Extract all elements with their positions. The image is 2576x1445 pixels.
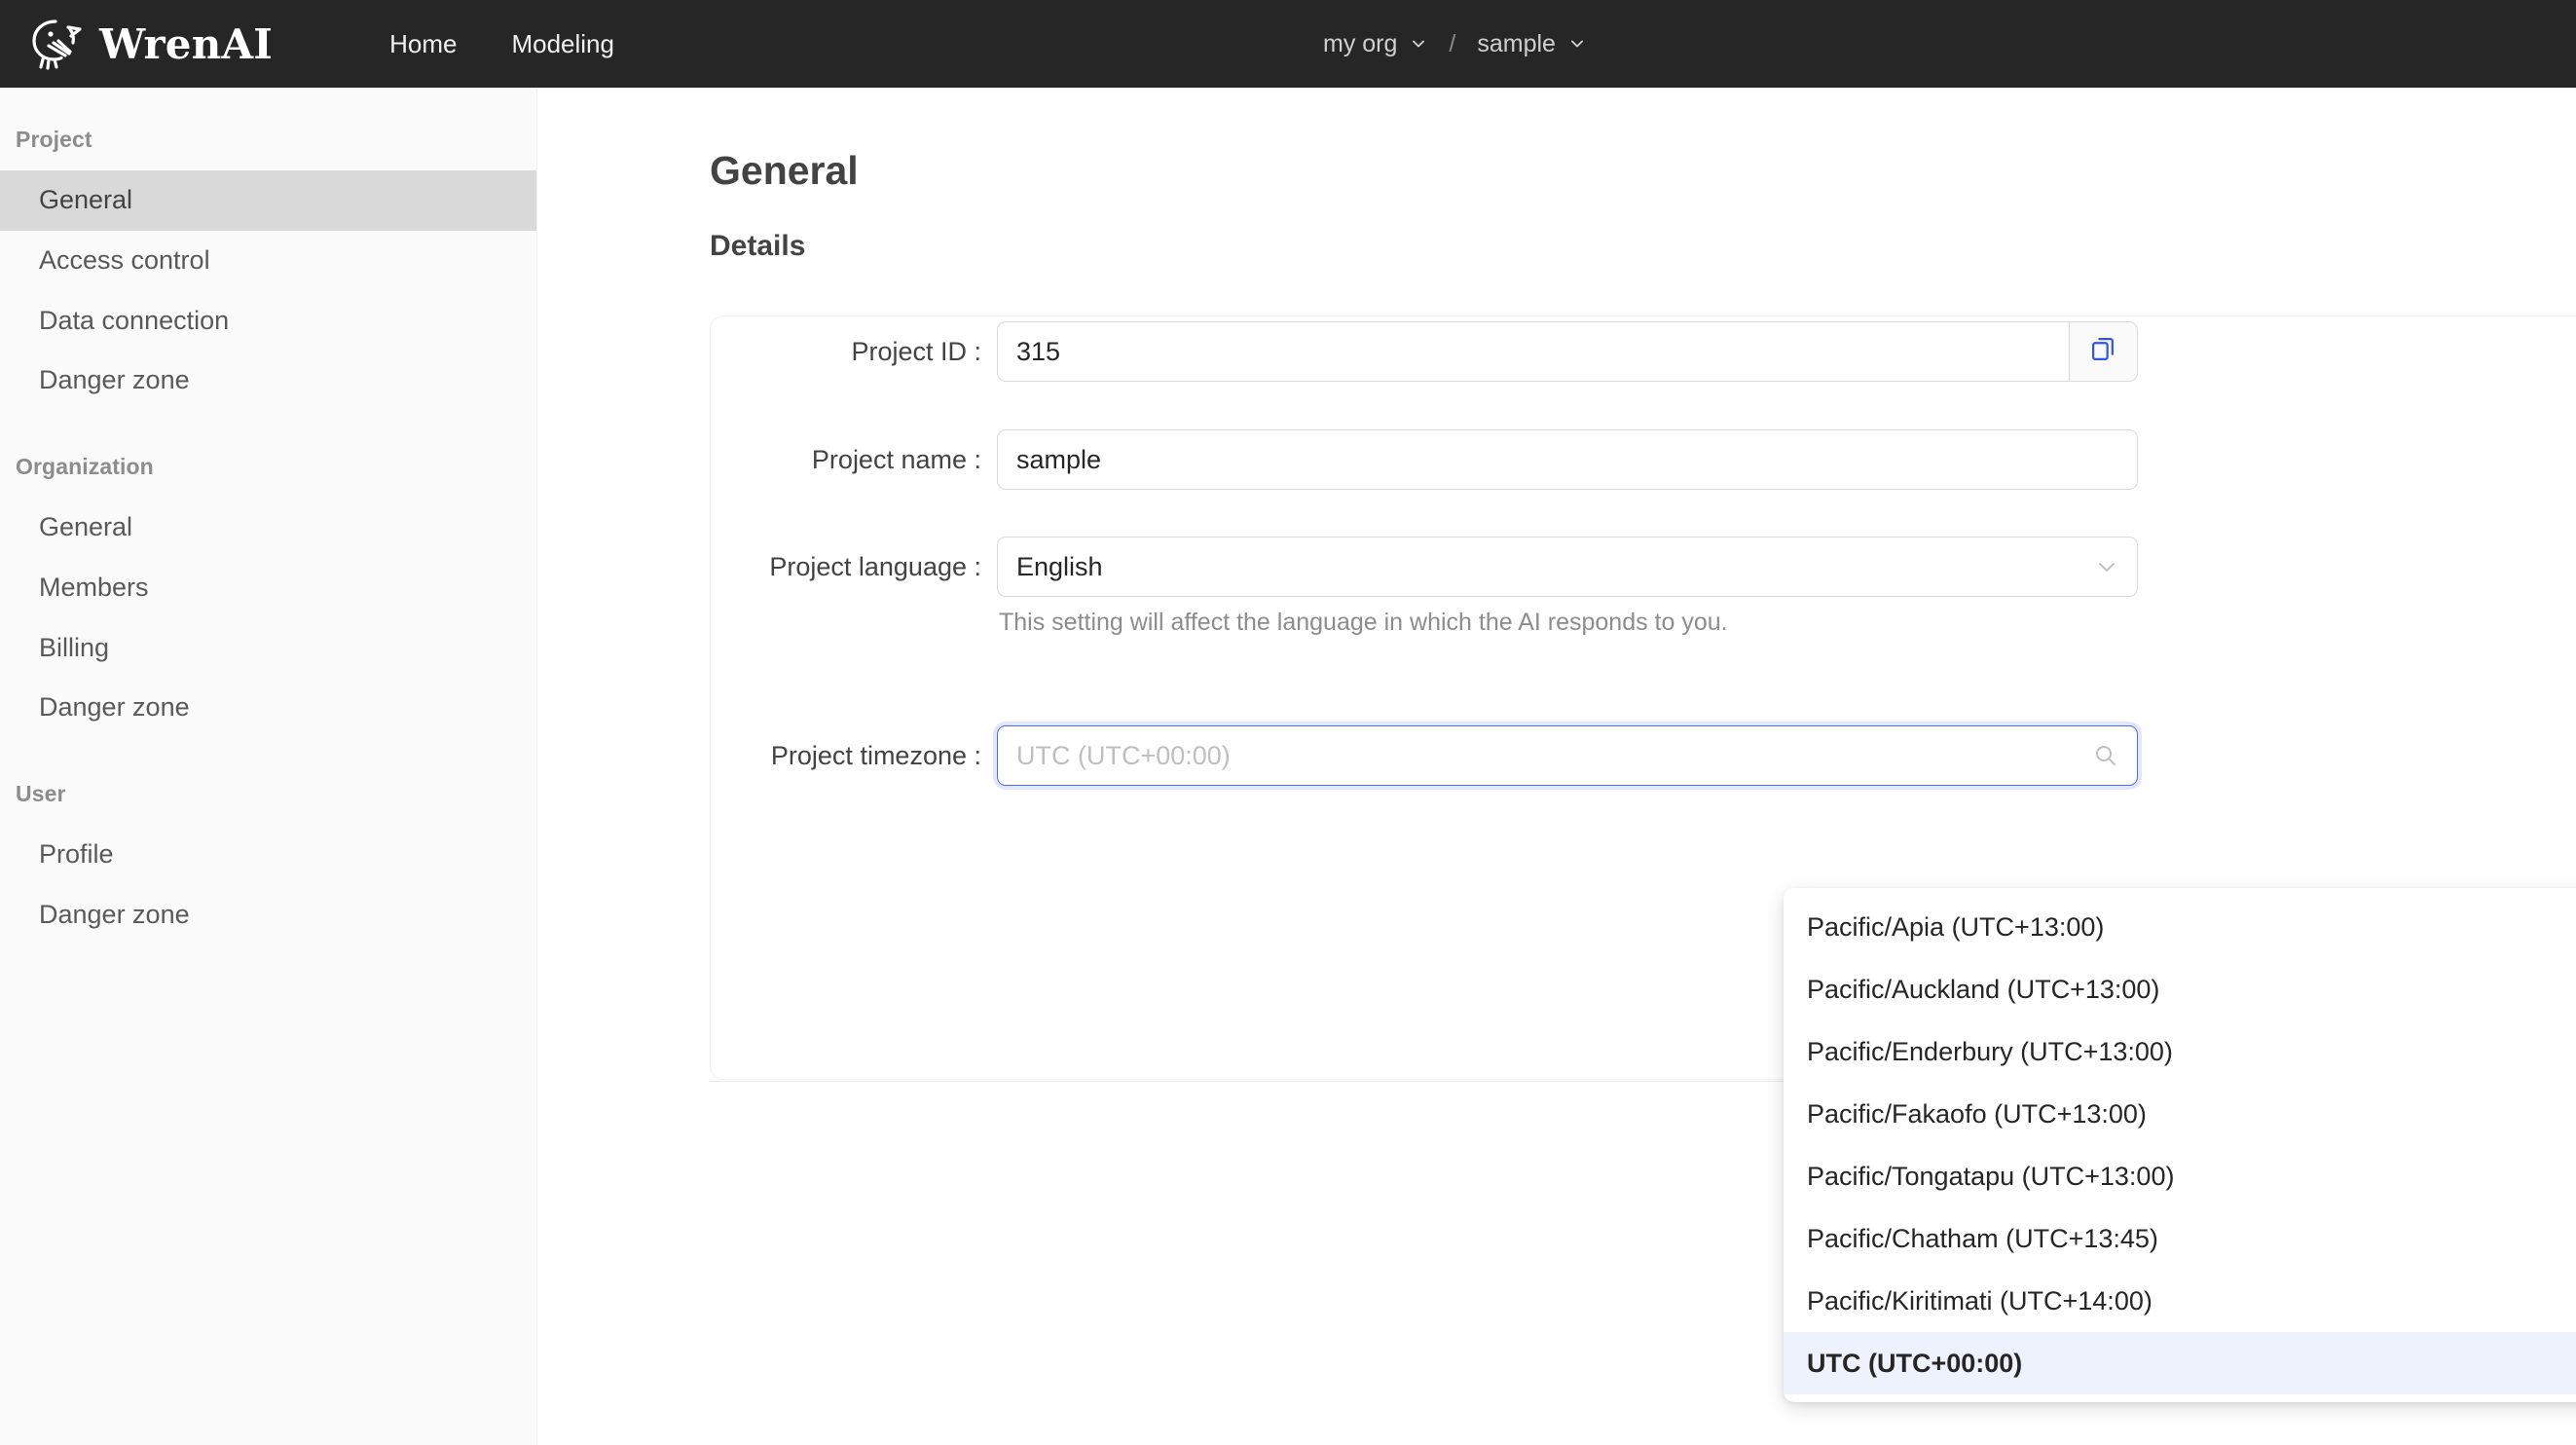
timezone-option-selected[interactable]: UTC (UTC+00:00) [1784, 1332, 2576, 1394]
project-name-input[interactable]: sample [997, 429, 2138, 490]
main-content: General Details Project ID : 315 Project… [537, 88, 2576, 1445]
project-language-select[interactable]: English [997, 537, 2138, 597]
chevron-down-icon [1410, 35, 1427, 53]
timezone-option[interactable]: Pacific/Fakaofo (UTC+13:00) [1784, 1083, 2576, 1145]
settings-page: WrenAI Home Modeling my org / sample Pro… [0, 0, 2576, 1445]
project-language-label: Project language : [769, 552, 981, 581]
details-section-title: Details [710, 230, 806, 262]
project-timezone-row: Project timezone : UTC (UTC+00:00) [635, 725, 2138, 786]
sidebar-section-title-user: User [16, 781, 66, 806]
brand[interactable]: WrenAI [25, 16, 273, 72]
project-selector-label: sample [1477, 29, 1556, 57]
org-project-breadcrumb: my org / sample [1309, 0, 1600, 88]
sidebar-item-access-control[interactable]: Access control [0, 231, 536, 291]
project-name-label: Project name : [811, 445, 981, 474]
project-id-field-wrap: 315 [997, 321, 2138, 382]
nav-item-home[interactable]: Home [362, 0, 484, 88]
sidebar-item-profile[interactable]: Profile [0, 825, 536, 885]
project-selector[interactable]: sample [1463, 22, 1600, 66]
sidebar-item-project-general[interactable]: General [0, 170, 536, 231]
project-timezone-placeholder: UTC (UTC+00:00) [1016, 740, 1231, 770]
timezone-option[interactable]: Pacific/Kiritimati (UTC+14:00) [1784, 1270, 2576, 1332]
timezone-dropdown-panel: Pacific/Apia (UTC+13:00) Pacific/Aucklan… [1784, 888, 2576, 1402]
project-name-field-wrap: sample [997, 429, 2138, 490]
copy-project-id-button[interactable] [2069, 321, 2138, 382]
timezone-option[interactable]: Pacific/Auckland (UTC+13:00) [1784, 958, 2576, 1020]
sidebar-item-user-danger-zone[interactable]: Danger zone [0, 885, 536, 945]
project-id-label: Project ID : [851, 337, 981, 366]
project-timezone-field-wrap: UTC (UTC+00:00) [997, 725, 2138, 786]
org-selector[interactable]: my org [1309, 22, 1441, 66]
project-language-value: English [1016, 551, 1103, 581]
breadcrumb-separator: / [1449, 29, 1456, 57]
settings-sidebar: Project General Access control Data conn… [0, 88, 537, 1445]
timezone-option[interactable]: Pacific/Chatham (UTC+13:45) [1784, 1207, 2576, 1270]
sidebar-item-billing[interactable]: Billing [0, 618, 536, 679]
sidebar-item-members[interactable]: Members [0, 558, 536, 618]
sidebar-item-data-connection[interactable]: Data connection [0, 291, 536, 352]
timezone-option[interactable]: Pacific/Tongatapu (UTC+13:00) [1784, 1145, 2576, 1207]
project-language-row: Project language : English This setting … [635, 537, 2138, 637]
search-icon [2093, 743, 2118, 768]
sidebar-section-title-organization: Organization [16, 454, 154, 479]
project-name-row: Project name : sample [635, 429, 2138, 490]
top-header: WrenAI Home Modeling my org / sample [0, 0, 2576, 88]
sidebar-item-org-danger-zone[interactable]: Danger zone [0, 678, 536, 738]
project-timezone-label: Project timezone : [770, 741, 981, 770]
project-id-row: Project ID : 315 [635, 321, 2138, 382]
page-title: General [710, 148, 859, 193]
chevron-down-icon [2095, 555, 2118, 578]
timezone-option[interactable]: Pacific/Apia (UTC+13:00) [1784, 896, 2576, 958]
copy-icon [2090, 336, 2116, 367]
project-timezone-search-select[interactable]: UTC (UTC+00:00) [997, 725, 2138, 786]
main-nav: Home Modeling [362, 0, 642, 88]
sidebar-item-project-danger-zone[interactable]: Danger zone [0, 351, 536, 411]
project-id-input[interactable]: 315 [997, 321, 2070, 382]
project-language-hint: This setting will affect the language in… [999, 609, 1728, 636]
project-language-field-wrap: English This setting will affect the lan… [997, 537, 2138, 637]
chevron-down-icon [1568, 35, 1586, 53]
sidebar-section-title-project: Project [16, 127, 92, 152]
wren-bird-logo-icon [25, 16, 86, 72]
sidebar-item-org-general[interactable]: General [0, 498, 536, 558]
timezone-option[interactable]: Pacific/Enderbury (UTC+13:00) [1784, 1020, 2576, 1083]
brand-name: WrenAI [99, 19, 274, 68]
org-selector-label: my org [1323, 29, 1398, 57]
nav-item-modeling[interactable]: Modeling [484, 0, 642, 88]
